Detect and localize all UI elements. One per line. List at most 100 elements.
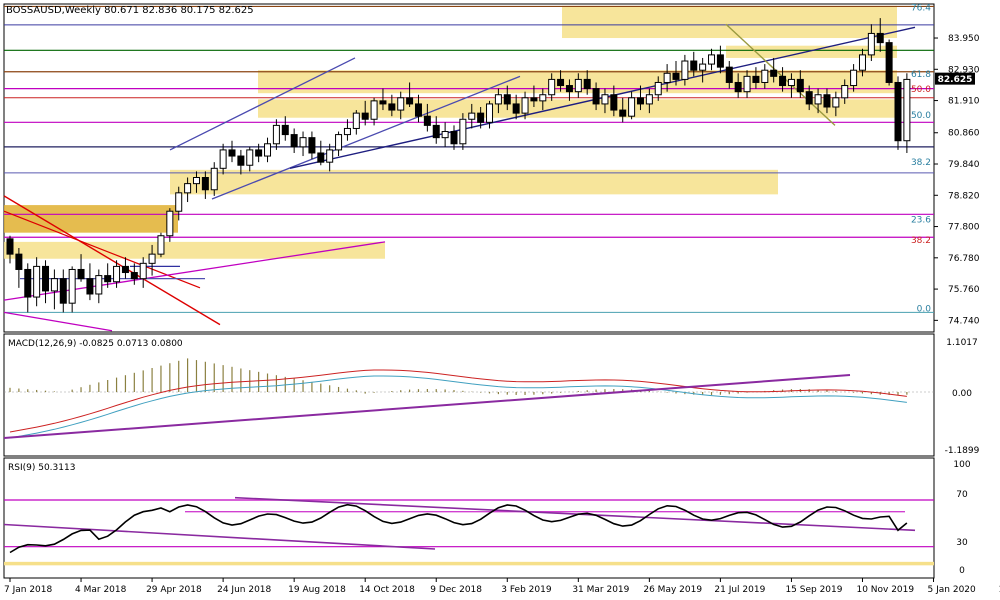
candle-body bbox=[130, 272, 138, 280]
candle-body bbox=[50, 278, 58, 292]
macd-panel-frame bbox=[3, 333, 935, 457]
candle-body bbox=[201, 177, 209, 191]
fib-label: 23.6 bbox=[911, 215, 931, 225]
candle bbox=[894, 76, 902, 150]
x-tick-label: 15 Sep 2019 bbox=[785, 585, 842, 595]
rsi-axis-label: 100 bbox=[953, 460, 970, 470]
rsi-panel-frame bbox=[3, 457, 935, 579]
x-tick-label: 26 May 2019 bbox=[643, 585, 702, 595]
candle-body bbox=[574, 78, 582, 93]
candle-body bbox=[486, 103, 494, 123]
candle-body bbox=[761, 69, 769, 83]
candle-body bbox=[237, 155, 245, 166]
fib-label: 50.0 bbox=[911, 111, 931, 121]
x-tick-label: 19 Aug 2018 bbox=[288, 585, 346, 595]
candle-body bbox=[33, 265, 41, 298]
candle-body bbox=[361, 112, 369, 120]
price-tick-label: 75.760 bbox=[948, 285, 980, 295]
x-tick-label: 29 Apr 2018 bbox=[146, 585, 202, 595]
candle-body bbox=[343, 127, 351, 136]
candle-body bbox=[77, 268, 85, 280]
candle-body bbox=[752, 75, 760, 83]
candle-body bbox=[867, 32, 875, 56]
candle-body bbox=[113, 265, 121, 283]
x-tick-label: 5 Jan 2020 bbox=[928, 585, 976, 595]
candle-body bbox=[699, 63, 707, 71]
candle-body bbox=[654, 81, 662, 96]
price-tick-label: 82.930 bbox=[948, 65, 980, 75]
candle-body bbox=[370, 100, 378, 120]
candle-body bbox=[601, 94, 609, 105]
candle-body bbox=[272, 124, 280, 145]
candle-body bbox=[663, 72, 671, 83]
last-price-label: 82.625 bbox=[938, 75, 973, 85]
candle-body bbox=[246, 149, 254, 166]
price-tick-label: 74.740 bbox=[948, 316, 980, 326]
candle-body bbox=[823, 94, 831, 108]
candle-body bbox=[228, 149, 236, 157]
x-tick-label: 10 Nov 2019 bbox=[856, 585, 914, 595]
candle-body bbox=[104, 275, 112, 283]
candle-body bbox=[565, 85, 573, 93]
candle-body bbox=[95, 275, 103, 295]
x-tick-label: 21 Jul 2019 bbox=[714, 585, 765, 595]
candle-body bbox=[468, 112, 476, 120]
candle-body bbox=[406, 97, 414, 105]
candle-body bbox=[779, 75, 787, 87]
candle-body bbox=[628, 97, 636, 117]
rsi-axis-label: 0 bbox=[959, 566, 965, 576]
fib-label: 76.4 bbox=[911, 4, 931, 14]
candle-body bbox=[512, 103, 520, 114]
price-tick-label: 83.950 bbox=[948, 34, 980, 44]
candle-body bbox=[708, 54, 716, 65]
candle bbox=[903, 73, 911, 153]
candle-body bbox=[441, 131, 449, 139]
candle-body bbox=[121, 265, 129, 274]
candle-body bbox=[335, 134, 343, 151]
candle-body bbox=[645, 94, 653, 105]
candle-body bbox=[6, 238, 14, 255]
candle-body bbox=[219, 149, 227, 169]
candle-body bbox=[530, 97, 538, 102]
candle-body bbox=[548, 78, 556, 96]
candle-body bbox=[24, 268, 32, 298]
candle-body bbox=[184, 183, 192, 194]
candle-body bbox=[743, 75, 751, 93]
chart-title: BOSSAUSD,Weekly 80.671 82.836 80.175 82.… bbox=[6, 5, 254, 16]
macd-axis-label: 0.00 bbox=[952, 389, 972, 399]
candle-body bbox=[672, 72, 680, 80]
candle-body bbox=[59, 278, 67, 304]
candle-body bbox=[157, 235, 165, 255]
x-tick-label: 14 Oct 2018 bbox=[359, 585, 415, 595]
candle-body bbox=[139, 262, 147, 280]
candle-body bbox=[379, 100, 387, 105]
candle-body bbox=[317, 152, 325, 163]
candle-body bbox=[876, 32, 884, 44]
candle-body bbox=[264, 143, 272, 157]
fib-label: 50.0 bbox=[911, 85, 931, 95]
x-tick-label: 4 Mar 2018 bbox=[75, 585, 127, 595]
price-tick-label: 78.820 bbox=[948, 191, 980, 201]
price-tick-label: 81.910 bbox=[948, 97, 980, 107]
x-tick-label: 7 Jan 2018 bbox=[4, 585, 52, 595]
candle-body bbox=[503, 94, 511, 105]
price-tick-label: 76.780 bbox=[948, 254, 980, 264]
candle-body bbox=[841, 85, 849, 99]
x-tick-label: 9 Dec 2018 bbox=[430, 585, 482, 595]
candle-body bbox=[166, 210, 174, 237]
price-tick-label: 80.860 bbox=[948, 129, 980, 139]
candle-body bbox=[450, 131, 458, 145]
candle-body bbox=[281, 124, 289, 136]
chart-background bbox=[3, 3, 935, 579]
candle-body bbox=[42, 265, 50, 292]
price-tick-label: 77.800 bbox=[948, 223, 980, 233]
candle bbox=[885, 39, 893, 86]
candle-body bbox=[894, 81, 902, 142]
chart-root: 82.625 83.950 82.930 81.910 80.860 79.840 78.8… bbox=[0, 0, 1000, 600]
candle-body bbox=[539, 94, 547, 102]
candle-body bbox=[521, 97, 529, 114]
chart-svg: 82.625 83.950 82.930 81.910 80.860 79.840 78.8… bbox=[3, 3, 1000, 595]
candle-body bbox=[796, 78, 804, 93]
candle-body bbox=[805, 91, 813, 105]
rsi-label: RSI(9) 50.3113 bbox=[8, 463, 75, 473]
